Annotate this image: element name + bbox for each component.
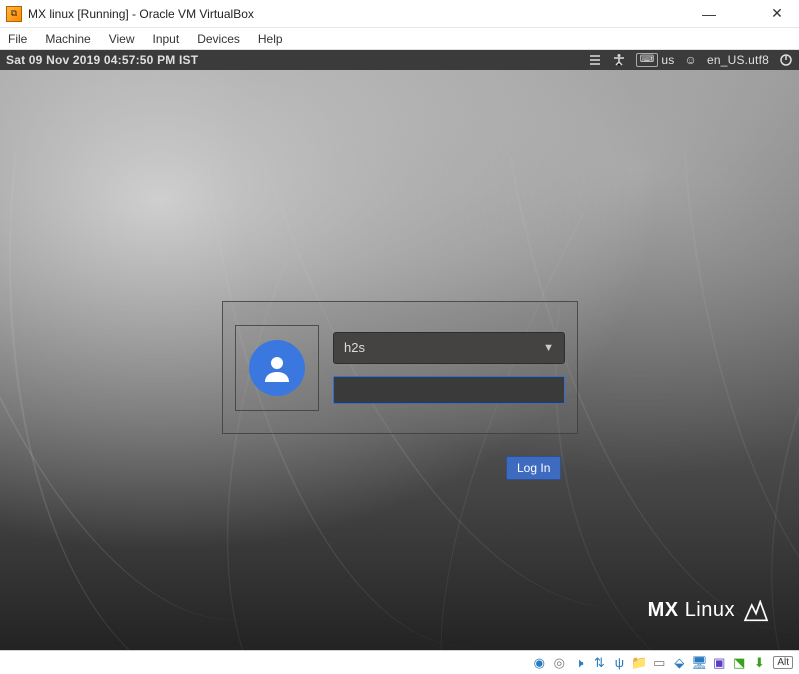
host-key-arrow-icon: ⬇ bbox=[751, 655, 767, 671]
maximize-button[interactable] bbox=[735, 6, 751, 22]
display-icon[interactable]: ▭ bbox=[651, 655, 667, 671]
menu-devices[interactable]: Devices bbox=[197, 32, 240, 46]
password-input[interactable] bbox=[333, 376, 565, 404]
avatar-frame bbox=[235, 325, 319, 411]
close-button[interactable]: ✕ bbox=[769, 6, 785, 22]
menu-help[interactable]: Help bbox=[258, 32, 283, 46]
face-icon[interactable]: ☺ bbox=[685, 53, 697, 67]
menu-input[interactable]: Input bbox=[153, 32, 180, 46]
menu-icon[interactable] bbox=[588, 53, 602, 67]
power-icon[interactable] bbox=[779, 53, 793, 67]
cpu-icon[interactable]: ▣ bbox=[711, 655, 727, 671]
virtualbox-menubar: File Machine View Input Devices Help bbox=[0, 28, 799, 50]
keyboard-layout-label: us bbox=[661, 53, 674, 67]
login-panel: h2s ▼ bbox=[222, 301, 578, 434]
audio-icon[interactable]: 🕨 bbox=[571, 655, 587, 671]
login-button[interactable]: Log In bbox=[506, 456, 561, 480]
mx-logo-icon bbox=[743, 600, 769, 622]
locale-indicator[interactable]: en_US.utf8 bbox=[707, 53, 769, 67]
hdd-icon[interactable]: ◉ bbox=[531, 655, 547, 671]
menu-view[interactable]: View bbox=[109, 32, 135, 46]
network-icon[interactable]: ⇅ bbox=[591, 655, 607, 671]
user-selector[interactable]: h2s ▼ bbox=[333, 332, 565, 364]
selected-user-label: h2s bbox=[344, 340, 365, 355]
minimize-button[interactable]: — bbox=[701, 6, 717, 22]
keyboard-icon: ⌨ bbox=[636, 53, 659, 67]
host-key-label: Alt bbox=[773, 656, 793, 669]
locale-label: en_US.utf8 bbox=[707, 53, 769, 67]
virtualbox-app-icon: ⧉ bbox=[6, 6, 22, 22]
virtualbox-window-title: MX linux [Running] - Oracle VM VirtualBo… bbox=[28, 7, 254, 21]
mouse-integration-icon[interactable]: ⬔ bbox=[731, 655, 747, 671]
menu-file[interactable]: File bbox=[8, 32, 27, 46]
clock-label: Sat 09 Nov 2019 04:57:50 PM IST bbox=[6, 53, 198, 67]
virtualbox-titlebar: ⧉ MX linux [Running] - Oracle VM Virtual… bbox=[0, 0, 799, 28]
recording-icon[interactable]: ⬙ bbox=[671, 655, 687, 671]
accessibility-icon[interactable] bbox=[612, 53, 626, 67]
keyboard-layout-indicator[interactable]: ⌨ us bbox=[636, 53, 675, 67]
greeter-top-panel: Sat 09 Nov 2019 04:57:50 PM IST ⌨ us ☺ e… bbox=[0, 50, 799, 70]
brand-linux: Linux bbox=[685, 599, 735, 621]
menu-machine[interactable]: Machine bbox=[45, 32, 90, 46]
vrde-icon[interactable]: 🖥 bbox=[691, 655, 707, 671]
brand-text: MX Linux bbox=[648, 599, 735, 622]
shared-folder-icon[interactable]: 📁 bbox=[631, 655, 647, 671]
chevron-down-icon: ▼ bbox=[543, 342, 554, 354]
user-avatar-icon bbox=[249, 340, 305, 396]
virtualbox-statusbar: ◉ ◎ 🕨 ⇅ ψ 📁 ▭ ⬙ 🖥 ▣ ⬔ ⬇ Alt bbox=[0, 650, 799, 674]
optical-icon[interactable]: ◎ bbox=[551, 655, 567, 671]
brand-mx: MX bbox=[648, 599, 679, 621]
vm-display: Sat 09 Nov 2019 04:57:50 PM IST ⌨ us ☺ e… bbox=[0, 50, 799, 650]
usb-icon[interactable]: ψ bbox=[611, 655, 627, 671]
mx-linux-branding: MX Linux bbox=[648, 599, 769, 622]
